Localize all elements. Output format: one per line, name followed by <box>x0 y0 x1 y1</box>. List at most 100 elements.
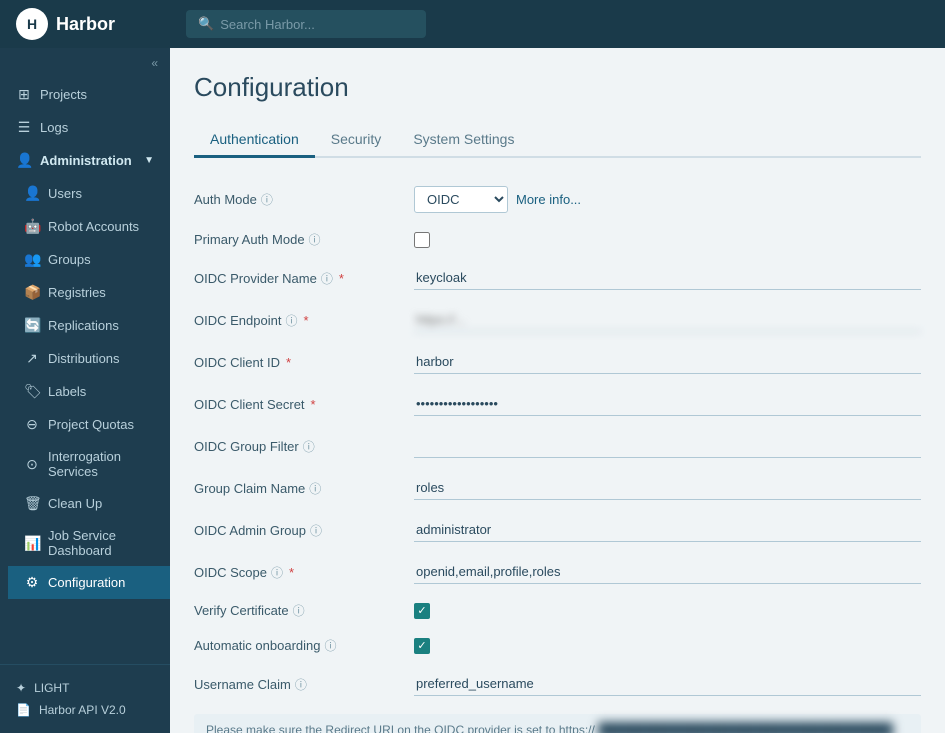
sidebar-item-label: Replications <box>48 318 119 333</box>
oidc-scope-control <box>414 560 921 584</box>
oidc-admin-group-info-icon[interactable]: ⓘ <box>310 522 322 539</box>
interrogation-icon: ⊙ <box>24 456 40 473</box>
projects-icon: ⊞ <box>16 86 32 103</box>
oidc-provider-name-info-icon[interactable]: ⓘ <box>321 270 333 287</box>
verify-certificate-control <box>414 603 921 619</box>
tab-system-settings[interactable]: System Settings <box>397 123 530 158</box>
required-marker: * <box>311 397 316 412</box>
sidebar-item-clean-up[interactable]: 🗑 Clean Up <box>8 487 170 520</box>
primary-auth-mode-checkbox[interactable] <box>414 232 430 248</box>
group-claim-name-info-icon[interactable]: ⓘ <box>309 480 321 497</box>
replications-icon: 🔄 <box>24 317 40 334</box>
oidc-endpoint-row: OIDC Endpoint ⓘ * <box>194 308 921 332</box>
sidebar-item-registries[interactable]: 📦 Registries <box>8 276 170 309</box>
oidc-endpoint-control <box>414 308 921 332</box>
automatic-onboarding-info-icon[interactable]: ⓘ <box>324 637 336 654</box>
oidc-admin-group-control <box>414 518 921 542</box>
administration-icon: 👤 <box>16 152 32 169</box>
users-icon: 👤 <box>24 185 40 202</box>
group-claim-name-label: Group Claim Name ⓘ <box>194 480 414 497</box>
oidc-client-secret-control <box>414 392 921 416</box>
verify-certificate-checkbox[interactable] <box>414 603 430 619</box>
sidebar-item-users[interactable]: 👤 Users <box>8 177 170 210</box>
logo-icon: H <box>16 8 48 40</box>
group-claim-name-row: Group Claim Name ⓘ <box>194 476 921 500</box>
sidebar-item-interrogation-services[interactable]: ⊙ Interrogation Services <box>8 441 170 487</box>
sidebar-item-labels[interactable]: 🏷 Labels <box>8 375 170 408</box>
search-icon: 🔍 <box>198 16 214 32</box>
oidc-client-id-input[interactable] <box>414 350 921 374</box>
oidc-scope-input[interactable] <box>414 560 921 584</box>
more-info-link[interactable]: More info... <box>516 192 581 207</box>
sidebar-collapse-button[interactable]: « <box>0 48 170 78</box>
sidebar-item-label: Robot Accounts <box>48 219 139 234</box>
required-marker: * <box>286 355 291 370</box>
automatic-onboarding-checkbox[interactable] <box>414 638 430 654</box>
oidc-endpoint-info-icon[interactable]: ⓘ <box>285 312 297 329</box>
sidebar-item-administration[interactable]: 👤 Administration ▼ <box>0 144 170 177</box>
sidebar-item-distributions[interactable]: ↗ Distributions <box>8 342 170 375</box>
oidc-group-filter-info-icon[interactable]: ⓘ <box>303 438 315 455</box>
oidc-admin-group-label: OIDC Admin Group ⓘ <box>194 522 414 539</box>
app-name: Harbor <box>56 14 115 35</box>
configuration-icon: ⚙ <box>24 574 40 591</box>
sidebar-item-label: Users <box>48 186 82 201</box>
oidc-admin-group-row: OIDC Admin Group ⓘ <box>194 518 921 542</box>
robot-accounts-icon: 🤖 <box>24 218 40 235</box>
sidebar-item-configuration[interactable]: ⚙ Configuration <box>8 566 170 599</box>
auth-mode-info-icon[interactable]: ⓘ <box>261 191 273 208</box>
username-claim-row: Username Claim ⓘ <box>194 672 921 696</box>
sidebar-item-groups[interactable]: 👥 Groups <box>8 243 170 276</box>
sidebar-item-project-quotas[interactable]: ⊖ Project Quotas <box>8 408 170 441</box>
sidebar-item-replications[interactable]: 🔄 Replications <box>8 309 170 342</box>
oidc-scope-info-icon[interactable]: ⓘ <box>271 564 283 581</box>
sidebar-item-job-service-dashboard[interactable]: 📊 Job Service Dashboard <box>8 520 170 566</box>
sidebar-item-label: Labels <box>48 384 86 399</box>
sidebar-item-label: Administration <box>40 153 132 168</box>
sidebar-item-label: Distributions <box>48 351 120 366</box>
sidebar-item-light[interactable]: ✦ LIGHT <box>16 677 154 699</box>
search-container: 🔍 <box>170 10 945 38</box>
registries-icon: 📦 <box>24 284 40 301</box>
sidebar-item-label: Registries <box>48 285 106 300</box>
auth-mode-select[interactable]: OIDC Database LDAP <box>414 186 508 213</box>
api-icon: 📄 <box>16 703 31 717</box>
primary-auth-mode-info-icon[interactable]: ⓘ <box>309 231 321 248</box>
sidebar-item-robot-accounts[interactable]: 🤖 Robot Accounts <box>8 210 170 243</box>
oidc-client-secret-input[interactable] <box>414 392 921 416</box>
sidebar-item-projects[interactable]: ⊞ Projects <box>0 78 170 111</box>
search-input[interactable] <box>220 17 400 32</box>
automatic-onboarding-label: Automatic onboarding ⓘ <box>194 637 414 654</box>
groups-icon: 👥 <box>24 251 40 268</box>
sidebar-item-logs[interactable]: ☰ Logs <box>0 111 170 144</box>
labels-icon: 🏷 <box>24 383 40 400</box>
oidc-provider-name-row: OIDC Provider Name ⓘ * <box>194 266 921 290</box>
oidc-endpoint-label: OIDC Endpoint ⓘ * <box>194 312 414 329</box>
oidc-admin-group-input[interactable] <box>414 518 921 542</box>
sidebar-bottom-label: Harbor API V2.0 <box>39 703 126 717</box>
clean-up-icon: 🗑 <box>24 495 40 512</box>
sidebar-item-harbor-api[interactable]: 📄 Harbor API V2.0 <box>16 699 154 721</box>
distributions-icon: ↗ <box>24 350 40 367</box>
group-claim-name-control <box>414 476 921 500</box>
sidebar-item-label: Project Quotas <box>48 417 134 432</box>
chevron-down-icon: ▼ <box>144 155 154 166</box>
tab-bar: Authentication Security System Settings <box>194 123 921 158</box>
tab-authentication[interactable]: Authentication <box>194 123 315 158</box>
oidc-provider-name-input[interactable] <box>414 266 921 290</box>
primary-auth-mode-row: Primary Auth Mode ⓘ <box>194 231 921 248</box>
group-claim-name-input[interactable] <box>414 476 921 500</box>
search-box[interactable]: 🔍 <box>186 10 426 38</box>
oidc-scope-label: OIDC Scope ⓘ * <box>194 564 414 581</box>
tab-security[interactable]: Security <box>315 123 398 158</box>
verify-certificate-label: Verify Certificate ⓘ <box>194 602 414 619</box>
sidebar-item-label: Logs <box>40 120 68 135</box>
username-claim-input[interactable] <box>414 672 921 696</box>
username-claim-info-icon[interactable]: ⓘ <box>295 676 307 693</box>
verify-certificate-info-icon[interactable]: ⓘ <box>293 602 305 619</box>
oidc-group-filter-control <box>414 434 921 458</box>
oidc-group-filter-input[interactable] <box>414 434 921 458</box>
redirect-uri-blurred: ████████████████████████████████ <box>598 722 893 733</box>
oidc-endpoint-input[interactable] <box>414 308 921 332</box>
light-icon: ✦ <box>16 681 26 695</box>
